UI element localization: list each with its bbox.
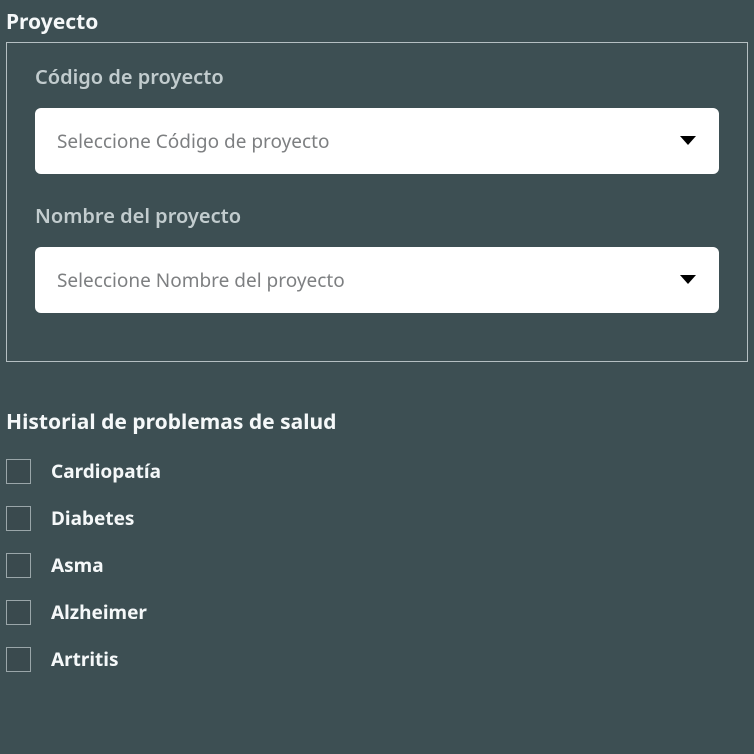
health-item-artritis: Artritis xyxy=(6,646,748,672)
checkbox-label[interactable]: Asma xyxy=(51,552,104,578)
checkbox-label[interactable]: Alzheimer xyxy=(51,599,147,625)
checkbox-cardiopatia[interactable] xyxy=(6,459,31,484)
health-item-asma: Asma xyxy=(6,552,748,578)
health-title: Historial de problemas de salud xyxy=(6,408,748,436)
health-item-cardiopatia: Cardiopatía xyxy=(6,458,748,484)
health-item-alzheimer: Alzheimer xyxy=(6,599,748,625)
proyecto-section: Proyecto Código de proyecto Seleccione C… xyxy=(6,8,748,362)
codigo-select-wrapper: Seleccione Código de proyecto xyxy=(35,108,719,174)
proyecto-title: Proyecto xyxy=(6,8,748,36)
checkbox-alzheimer[interactable] xyxy=(6,600,31,625)
codigo-label: Código de proyecto xyxy=(35,63,719,90)
health-item-diabetes: Diabetes xyxy=(6,505,748,531)
nombre-select-text: Seleccione Nombre del proyecto xyxy=(57,267,345,293)
codigo-select-text: Seleccione Código de proyecto xyxy=(57,128,330,154)
checkbox-label[interactable]: Artritis xyxy=(51,646,119,672)
checkbox-diabetes[interactable] xyxy=(6,506,31,531)
checkbox-asma[interactable] xyxy=(6,553,31,578)
nombre-select[interactable]: Seleccione Nombre del proyecto xyxy=(35,247,719,313)
nombre-select-wrapper: Seleccione Nombre del proyecto xyxy=(35,247,719,313)
health-section: Historial de problemas de salud Cardiopa… xyxy=(6,408,748,672)
health-checkbox-list: Cardiopatía Diabetes Asma Alzheimer Artr… xyxy=(6,458,748,672)
checkbox-artritis[interactable] xyxy=(6,647,31,672)
codigo-field-group: Código de proyecto Seleccione Código de … xyxy=(35,63,719,174)
checkbox-label[interactable]: Diabetes xyxy=(51,505,134,531)
nombre-label: Nombre del proyecto xyxy=(35,202,719,229)
nombre-field-group: Nombre del proyecto Seleccione Nombre de… xyxy=(35,202,719,313)
proyecto-fieldset: Código de proyecto Seleccione Código de … xyxy=(6,42,748,362)
checkbox-label[interactable]: Cardiopatía xyxy=(51,458,161,484)
codigo-select[interactable]: Seleccione Código de proyecto xyxy=(35,108,719,174)
